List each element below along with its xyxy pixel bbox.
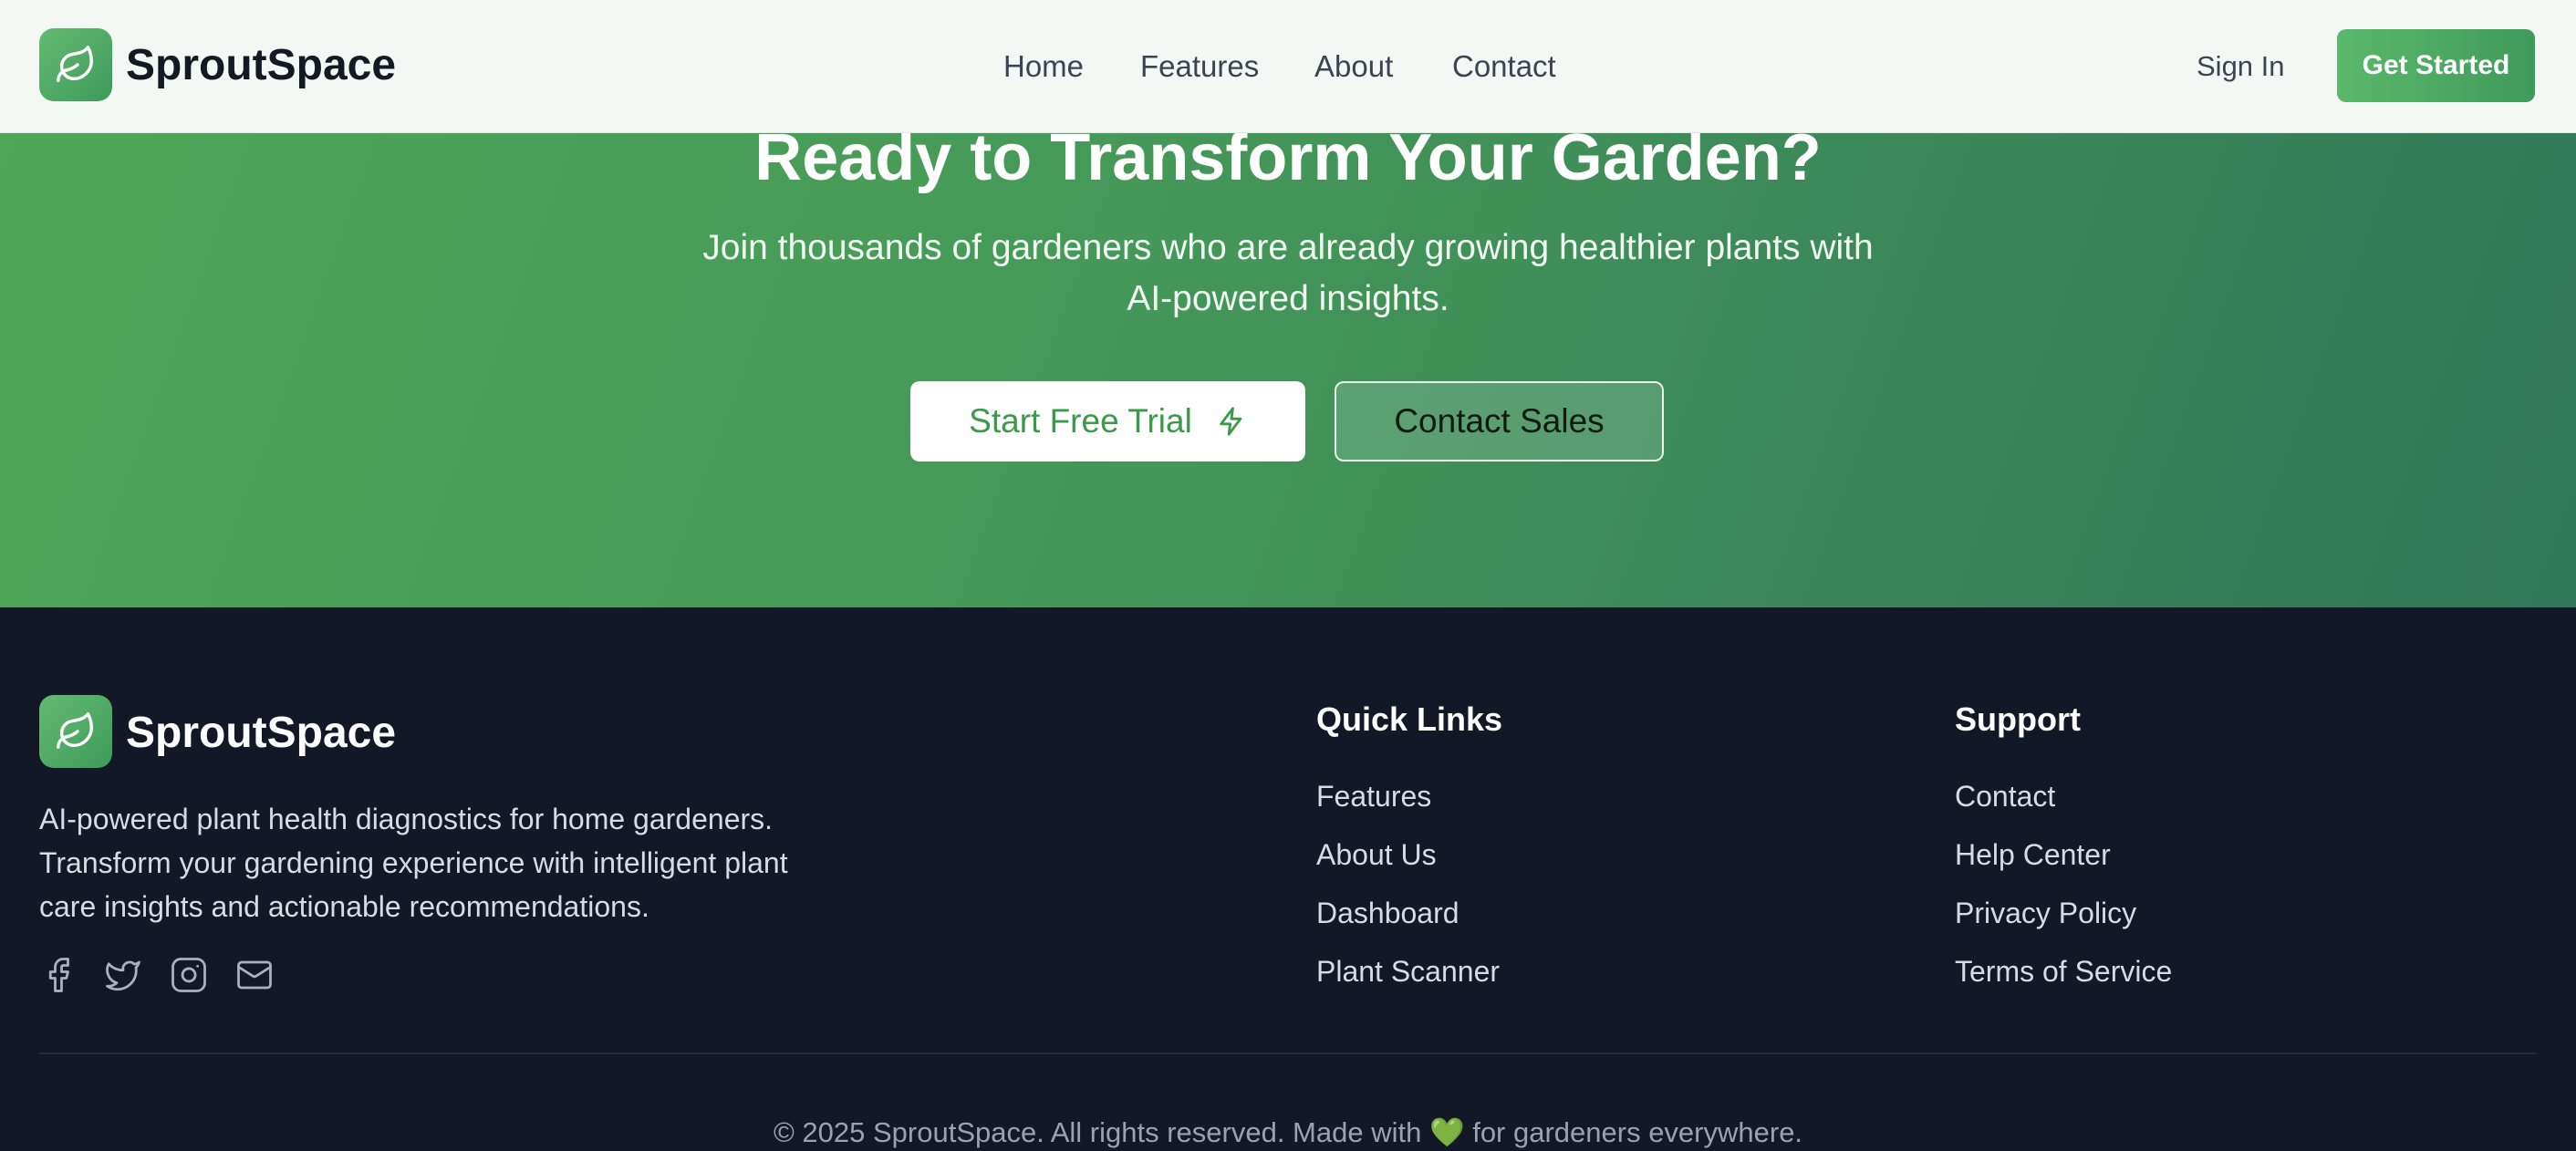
footer-brand-name: SproutSpace bbox=[126, 709, 397, 757]
contact-sales-button[interactable]: Contact Sales bbox=[1335, 381, 1664, 461]
get-started-label: Get Started bbox=[2362, 50, 2510, 80]
footer-link-features[interactable]: Features bbox=[1316, 777, 1431, 815]
footer-link-terms-of-service[interactable]: Terms of Service bbox=[1955, 952, 2172, 990]
footer-description-line-3: care insights and actionable recommendat… bbox=[39, 890, 649, 923]
start-free-trial-label: Start Free Trial bbox=[969, 402, 1192, 440]
footer-description-line-1: AI-powered plant health diagnostics for … bbox=[39, 803, 774, 835]
twitter-icon[interactable] bbox=[104, 956, 142, 994]
top-navbar: SproutSpace Home Features About Contact … bbox=[0, 0, 2576, 133]
zap-icon bbox=[1220, 407, 1242, 436]
get-started-button[interactable]: Get Started bbox=[2337, 29, 2535, 102]
footer-link-contact[interactable]: Contact bbox=[1955, 777, 2055, 815]
instagram-icon[interactable] bbox=[170, 956, 208, 994]
site-footer: SproutSpace AI-powered plant health diag… bbox=[0, 607, 2576, 1151]
mail-icon[interactable] bbox=[235, 956, 274, 994]
hero-subtitle-line-1: Join thousands of gardeners who are alre… bbox=[702, 228, 1874, 267]
nav-link-contact[interactable]: Contact bbox=[1452, 47, 1556, 86]
footer-link-about-us[interactable]: About Us bbox=[1316, 835, 1437, 874]
leaf-icon bbox=[57, 712, 93, 749]
copyright-suffix: for gardeners everywhere. bbox=[1472, 1116, 1803, 1148]
facebook-icon[interactable] bbox=[39, 956, 78, 994]
logo-badge[interactable] bbox=[39, 28, 112, 101]
footer-link-privacy-policy[interactable]: Privacy Policy bbox=[1955, 894, 2136, 932]
sign-in-link[interactable]: Sign In bbox=[2197, 47, 2285, 86]
contact-sales-label: Contact Sales bbox=[1394, 402, 1605, 440]
quick-links-title: Quick Links bbox=[1316, 700, 1503, 738]
footer-link-help-center[interactable]: Help Center bbox=[1955, 835, 2111, 874]
nav-link-about[interactable]: About bbox=[1314, 47, 1393, 86]
footer-divider bbox=[39, 1052, 2536, 1054]
footer-link-dashboard[interactable]: Dashboard bbox=[1316, 894, 1459, 932]
footer-logo-badge[interactable] bbox=[39, 695, 112, 768]
footer-description-line-2: Transform your gardening experience with… bbox=[39, 846, 788, 879]
footer-link-plant-scanner[interactable]: Plant Scanner bbox=[1316, 952, 1500, 990]
leaf-icon bbox=[57, 46, 93, 82]
start-free-trial-button[interactable]: Start Free Trial bbox=[910, 381, 1305, 461]
nav-link-features[interactable]: Features bbox=[1140, 47, 1259, 86]
footer-description: AI-powered plant health diagnostics for … bbox=[39, 797, 860, 928]
copyright-prefix: © 2025 SproutSpace. All rights reserved.… bbox=[773, 1116, 1422, 1148]
heart-icon: 💚 bbox=[1428, 1116, 1465, 1148]
copyright-text: © 2025 SproutSpace. All rights reserved.… bbox=[0, 1115, 2576, 1151]
hero-subtitle: Join thousands of gardeners who are alre… bbox=[649, 223, 1927, 325]
nav-link-home[interactable]: Home bbox=[1003, 47, 1084, 86]
support-title: Support bbox=[1955, 700, 2081, 738]
hero-subtitle-line-2: AI-powered insights. bbox=[1127, 279, 1449, 318]
brand-name[interactable]: SproutSpace bbox=[126, 38, 396, 93]
